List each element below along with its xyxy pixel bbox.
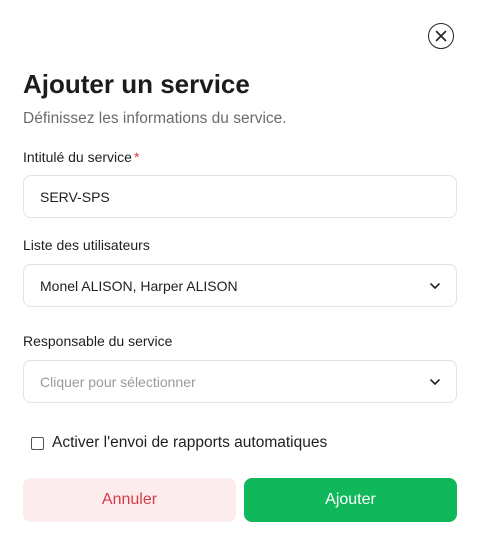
cancel-button[interactable]: Annuler bbox=[23, 478, 236, 522]
close-button[interactable] bbox=[428, 23, 454, 49]
modal-title: Ajouter un service bbox=[23, 69, 250, 99]
modal-subtitle: Définissez les informations du service. bbox=[23, 110, 287, 127]
users-list-label: Liste des utilisateurs bbox=[23, 237, 150, 253]
auto-reports-label: Activer l'envoi de rapports automatiques bbox=[52, 434, 328, 451]
manager-select-placeholder: Cliquer pour sélectionner bbox=[40, 373, 196, 390]
manager-select[interactable]: Cliquer pour sélectionner bbox=[23, 360, 457, 403]
close-icon bbox=[435, 30, 447, 42]
service-name-input[interactable] bbox=[40, 188, 442, 205]
manager-label: Responsable du service bbox=[23, 333, 173, 349]
chevron-down-icon bbox=[430, 378, 440, 385]
chevron-down-icon bbox=[430, 282, 440, 289]
required-mark: * bbox=[133, 149, 140, 165]
users-select-value: Monel ALISON, Harper ALISON bbox=[40, 277, 238, 294]
auto-reports-checkbox[interactable] bbox=[31, 436, 44, 450]
users-select[interactable]: Monel ALISON, Harper ALISON bbox=[23, 264, 457, 307]
add-button[interactable]: Ajouter bbox=[244, 478, 457, 522]
service-name-label-text: Intitulé du service bbox=[23, 149, 132, 165]
add-service-modal: Ajouter un service Définissez les inform… bbox=[0, 0, 484, 540]
auto-reports-option[interactable]: Activer l'envoi de rapports automatiques bbox=[31, 434, 327, 452]
service-name-field[interactable] bbox=[23, 175, 457, 218]
service-name-label: Intitulé du service * bbox=[23, 148, 139, 166]
